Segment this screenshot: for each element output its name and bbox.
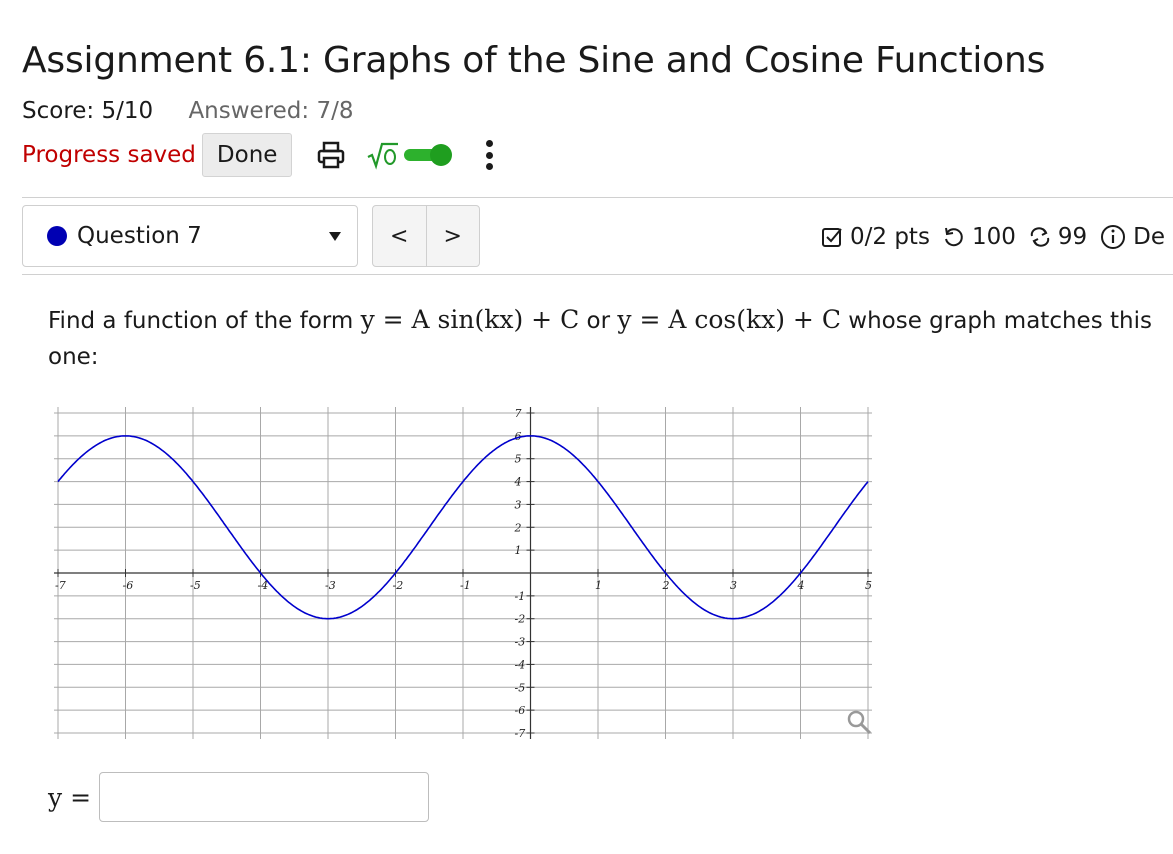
magnifier-icon[interactable]: [847, 710, 872, 735]
assignment-title: Assignment 6.1: Graphs of the Sine and C…: [22, 40, 1046, 81]
x-tick-label: -7: [55, 579, 66, 592]
problem-text-before: Find a function of the form: [48, 308, 354, 334]
details-text: De: [1133, 224, 1165, 250]
caret-down-icon: [329, 232, 341, 241]
details-stat[interactable]: De: [1099, 223, 1165, 251]
attempts-stat: 100: [942, 224, 1016, 250]
y-tick-label: -2: [515, 613, 526, 626]
printer-icon[interactable]: [314, 138, 348, 172]
y-tick-label: -5: [515, 681, 526, 694]
y-tick-label: 2: [514, 521, 522, 534]
problem-statement: Find a function of the form y = A sin(kx…: [48, 302, 1173, 375]
question-select[interactable]: Question 7: [22, 205, 358, 267]
score-text: Score: 5/10: [22, 98, 154, 124]
done-button[interactable]: Done: [201, 133, 293, 177]
versions-stat: 99: [1028, 224, 1087, 250]
x-tick-label: 2: [662, 579, 670, 592]
kebab-menu-icon[interactable]: [484, 138, 494, 172]
y-tick-label: -1: [515, 590, 526, 603]
answer-row: y =: [48, 772, 430, 822]
question-label: Question 7: [77, 223, 202, 249]
function-graph: -7 -6 -5 -4 -3 -2 -1 1 2 3 4 5-7-6-5-4-3-2-11234567: [54, 407, 872, 740]
divider: [22, 274, 1173, 275]
prev-question-button[interactable]: <: [373, 206, 426, 266]
y-tick-label: 5: [515, 453, 522, 466]
question-stats: 0/2 pts 100 99 De: [820, 220, 1165, 254]
x-tick-label: -3: [325, 579, 336, 592]
x-tick-label: 3: [730, 579, 737, 592]
x-tick-label: 1: [595, 579, 602, 592]
info-icon: [1101, 225, 1126, 249]
answer-label: y =: [48, 782, 92, 812]
points-stat: 0/2 pts: [820, 224, 930, 250]
y-tick-label: 4: [514, 476, 522, 489]
x-tick-label: -1: [460, 579, 471, 592]
cos-form: y = A cos(kx) + C: [617, 305, 841, 334]
x-tick-label: -2: [393, 579, 404, 592]
y-tick-label: -7: [515, 727, 526, 740]
question-nav: < >: [372, 205, 480, 267]
divider: [22, 197, 1173, 198]
question-status-dot: [47, 226, 67, 246]
y-tick-label: 3: [515, 498, 522, 511]
score-row: Score: 5/10 Answered: 7/8: [22, 98, 354, 124]
y-tick-label: -6: [515, 704, 526, 717]
toggle-knob: [430, 144, 453, 166]
answered-text: Answered: 7/8: [188, 98, 354, 124]
retry-icon: [944, 227, 963, 247]
y-tick-label: -4: [515, 658, 526, 671]
y-tick-label: 7: [515, 407, 522, 420]
sqrt-icon[interactable]: [366, 140, 400, 170]
checkbox-icon: [822, 228, 842, 247]
versions-icon: [1030, 227, 1050, 247]
y-tick-label: 1: [515, 544, 522, 557]
attempts-text: 100: [971, 224, 1016, 250]
y-tick-label: -3: [515, 636, 526, 649]
progress-status: Progress saved: [22, 142, 196, 168]
answer-input[interactable]: [99, 772, 430, 822]
x-tick-label: 4: [797, 579, 805, 592]
points-text: 0/2 pts: [850, 224, 930, 250]
problem-connector: or: [586, 308, 611, 334]
x-tick-label: -6: [123, 579, 134, 592]
x-tick-label: -5: [190, 579, 201, 592]
toggle-switch[interactable]: [404, 144, 454, 166]
next-question-button[interactable]: >: [425, 206, 480, 266]
x-tick-label: 5: [865, 579, 872, 592]
toolbar: Progress saved Done: [22, 133, 494, 177]
versions-text: 99: [1057, 224, 1088, 250]
sin-form: y = A sin(kx) + C: [360, 305, 580, 334]
